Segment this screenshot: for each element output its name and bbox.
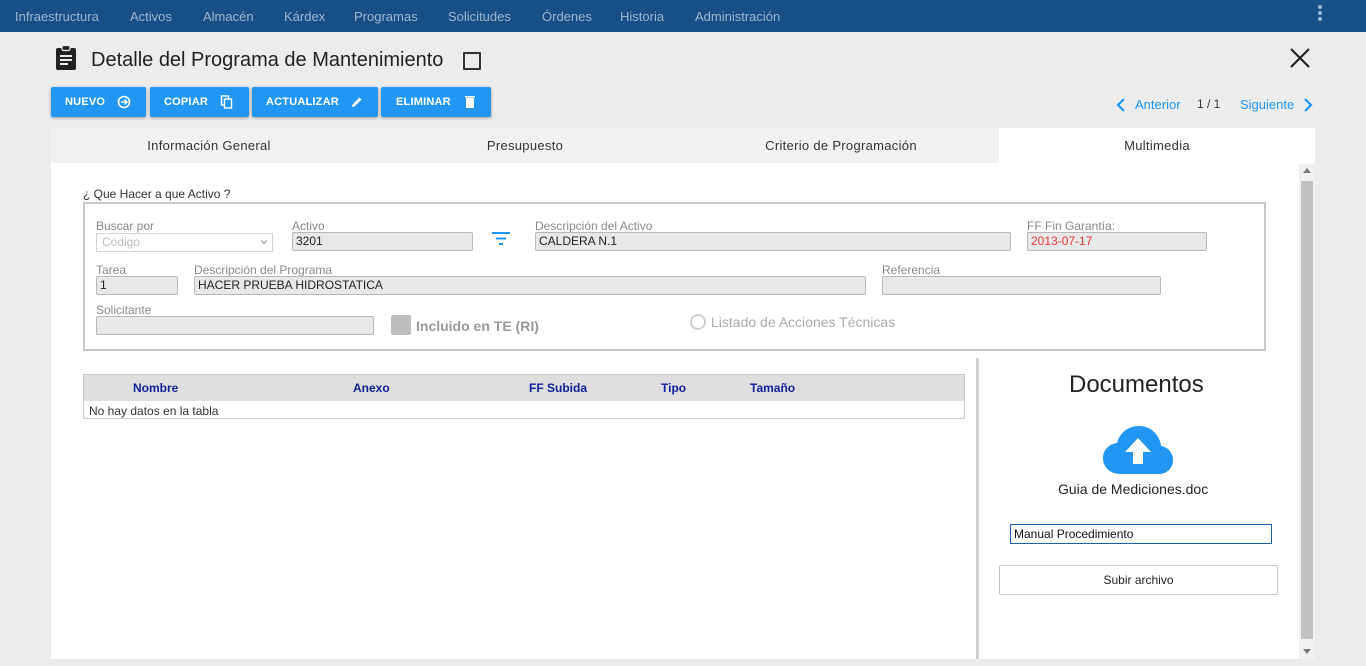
listado-acciones-label: Listado de Acciones Técnicas [711, 314, 896, 330]
nav-item-infraestructura[interactable]: Infraestructura [15, 9, 99, 24]
document-description-input[interactable] [1010, 524, 1272, 544]
add-circle-icon [117, 95, 131, 109]
activo-field[interactable]: 3201 [292, 232, 473, 251]
more-vert-icon[interactable] [1314, 4, 1326, 26]
nav-item-administracion[interactable]: Administración [695, 9, 780, 24]
solicitante-label: Solicitante [96, 303, 152, 317]
scroll-up-arrow[interactable] [1303, 168, 1311, 173]
top-navbar: Infraestructura Activos Almacén Kárdex P… [0, 0, 1366, 32]
scroll-down-arrow[interactable] [1303, 649, 1311, 654]
cloud-upload-icon[interactable] [1102, 424, 1174, 476]
nav-item-solicitudes[interactable]: Solicitudes [448, 9, 511, 24]
page-counter: 1 / 1 [1197, 97, 1221, 111]
copy-icon [220, 95, 233, 109]
tab-criterio-programacion[interactable]: Criterio de Programación [683, 128, 999, 163]
column-tipo[interactable]: Tipo [661, 381, 686, 395]
buscar-por-placeholder: Código [102, 235, 141, 249]
nuevo-label: NUEVO [65, 96, 106, 108]
listado-acciones-radio[interactable] [690, 314, 706, 330]
edit-pencil-icon [352, 97, 362, 107]
tab-informacion-general[interactable]: Información General [51, 128, 367, 163]
eliminar-button[interactable]: ELIMINAR [381, 87, 491, 117]
chevron-right-icon[interactable] [1302, 97, 1314, 113]
chevron-left-icon[interactable] [1115, 97, 1127, 113]
nav-item-kardex[interactable]: Kárdex [284, 9, 325, 24]
section-label: ¿ Que Hacer a que Activo ? [83, 187, 231, 201]
actualizar-label: ACTUALIZAR [266, 96, 339, 108]
eliminar-label: ELIMINAR [396, 96, 451, 108]
tab-presupuesto[interactable]: Presupuesto [367, 128, 683, 163]
column-ff-subida[interactable]: FF Subida [529, 381, 587, 395]
tarea-field[interactable]: 1 [96, 276, 178, 295]
descripcion-activo-label: Descripción del Activo [535, 219, 653, 233]
trash-icon [465, 96, 475, 108]
nav-item-programas[interactable]: Programas [354, 9, 418, 24]
incluido-te-label: Incluido en TE (RI) [416, 318, 539, 334]
page-title: Detalle del Programa de Mantenimiento [91, 49, 444, 71]
ff-fin-garantia-label: FF Fin Garantía: [1027, 219, 1116, 233]
tarea-label: Tarea [96, 263, 127, 277]
solicitante-field[interactable] [96, 316, 374, 335]
descripcion-programa-label: Descripción del Programa [194, 263, 333, 277]
actualizar-button[interactable]: ACTUALIZAR [252, 87, 378, 117]
attachments-table: Nombre Anexo FF Subida Tipo Tamaño No ha… [83, 374, 965, 419]
copiar-label: COPIAR [164, 96, 208, 108]
scrollbar[interactable] [1299, 164, 1315, 659]
buscar-por-label: Buscar por [96, 219, 155, 233]
vertical-divider [976, 358, 979, 659]
clipboard-icon [56, 45, 76, 70]
table-header: Nombre Anexo FF Subida Tipo Tamaño [84, 375, 964, 401]
column-tamano[interactable]: Tamaño [750, 381, 795, 395]
document-file-name[interactable]: Guia de Mediciones.doc [1058, 481, 1208, 497]
nav-item-ordenes[interactable]: Órdenes [542, 9, 592, 24]
column-anexo[interactable]: Anexo [353, 381, 390, 395]
buscar-por-select[interactable]: Código [96, 233, 273, 252]
column-nombre[interactable]: Nombre [133, 381, 178, 395]
nav-item-activos[interactable]: Activos [130, 9, 172, 24]
previous-link[interactable]: Anterior [1135, 97, 1181, 112]
documents-title: Documentos [1069, 371, 1204, 398]
title-checkbox[interactable] [463, 52, 481, 70]
scroll-thumb[interactable] [1301, 181, 1313, 639]
chevron-down-icon [260, 240, 268, 245]
upload-file-button[interactable]: Subir archivo [999, 565, 1278, 595]
copiar-button[interactable]: COPIAR [150, 87, 249, 117]
filter-icon[interactable] [491, 231, 511, 246]
activo-label: Activo [292, 219, 325, 233]
ff-fin-garantia-field[interactable]: 2013-07-17 [1027, 232, 1207, 251]
incluido-te-checkbox[interactable] [391, 315, 411, 335]
table-empty-message: No hay datos en la tabla [89, 404, 219, 418]
referencia-field[interactable] [882, 276, 1161, 295]
descripcion-activo-field[interactable]: CALDERA N.1 [535, 232, 1011, 251]
nav-item-almacen[interactable]: Almacén [203, 9, 254, 24]
referencia-label: Referencia [882, 263, 941, 277]
close-icon[interactable] [1288, 46, 1312, 70]
descripcion-programa-field[interactable]: HACER PRUEBA HIDROSTATICA [194, 276, 866, 295]
nuevo-button[interactable]: NUEVO [51, 87, 146, 117]
tab-multimedia[interactable]: Multimedia [999, 128, 1315, 163]
tab-bar: Información General Presupuesto Criterio… [51, 128, 1315, 163]
next-link[interactable]: Siguiente [1240, 97, 1294, 112]
nav-item-historia[interactable]: Historia [620, 9, 664, 24]
